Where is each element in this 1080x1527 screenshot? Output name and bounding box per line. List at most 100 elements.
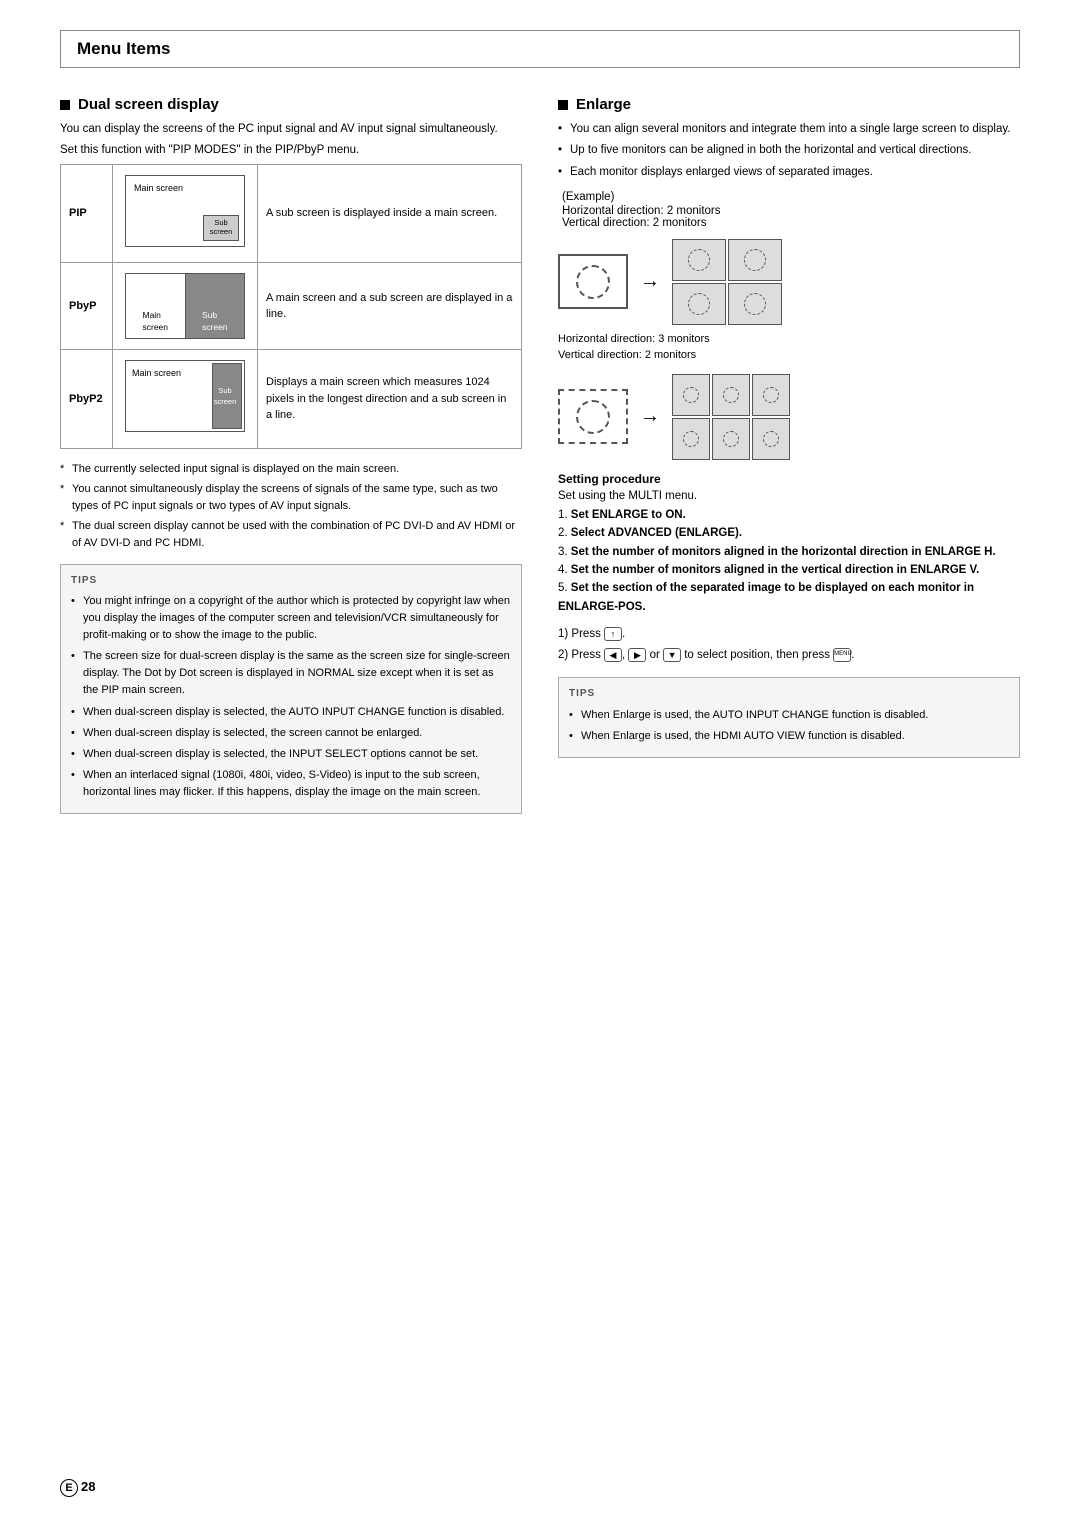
button-icon-menu: MENU — [833, 648, 851, 662]
button-icon-3: ▶ — [628, 648, 646, 662]
step-text: Set the number of monitors aligned in th… — [571, 546, 996, 558]
pip-label: PIP — [61, 164, 113, 263]
pip-desc: A sub screen is displayed inside a main … — [258, 164, 522, 263]
table-row: PbyP2 Main screen Subscreen Displays a m… — [61, 350, 522, 449]
enlarge-tips-box: TIPS When Enlarge is used, the AUTO INPU… — [558, 677, 1020, 758]
step-item: 5. Set the section of the separated imag… — [558, 579, 1020, 616]
circle-dashed-xs — [763, 387, 779, 403]
monitor-cell — [712, 374, 750, 416]
note-item: You cannot simultaneously display the sc… — [60, 481, 522, 515]
pbyp-sub: Subscreen — [186, 274, 245, 338]
monitor-cell — [672, 239, 726, 281]
example-caption1: Horizontal direction: 2 monitors — [562, 205, 1020, 217]
pbyp2-diagram: Main screen Subscreen — [125, 360, 245, 432]
enlarge-bullet: You can align several monitors and integ… — [558, 121, 1020, 138]
page-container: Menu Items Dual screen display You can d… — [0, 0, 1080, 1527]
tips-item: When an interlaced signal (1080i, 480i, … — [71, 767, 511, 801]
pbyp2-sub-box: Subscreen — [212, 363, 242, 429]
pip-sub-box: Subscreen — [203, 215, 239, 241]
monitor-cell — [752, 374, 790, 416]
circle-dashed-xs — [723, 431, 739, 447]
circle-dashed-sm — [688, 249, 710, 271]
enlarge-tips-item: When Enlarge is used, the AUTO INPUT CHA… — [569, 707, 1009, 724]
circle-dashed-xs — [723, 387, 739, 403]
sub-step-2: 2) Press ◀, ▶ or ▼ to select position, t… — [558, 645, 1020, 666]
pip-diagram-cell: Main screen Subscreen — [113, 164, 258, 263]
enlarge-bullets: You can align several monitors and integ… — [558, 121, 1020, 181]
sub-steps: 1) Press ↑. 2) Press ◀, ▶ or ▼ to select… — [558, 624, 1020, 665]
note-item: The currently selected input signal is d… — [60, 461, 522, 478]
enlarge-bullet: Each monitor displays enlarged views of … — [558, 164, 1020, 181]
monitor-single — [558, 254, 628, 309]
dual-screen-tips-box: TIPS You might infringe on a copyright o… — [60, 564, 522, 814]
enlarge-section-square-icon — [558, 100, 568, 110]
step-text: Set the number of monitors aligned in th… — [571, 564, 980, 576]
tips-item: When dual-screen display is selected, th… — [71, 746, 511, 763]
setting-proc-intro: Set using the MULTI menu. — [558, 490, 1020, 502]
left-column: Dual screen display You can display the … — [60, 96, 522, 814]
dual-screen-intro2: Set this function with "PIP MODES" in th… — [60, 142, 522, 159]
tips-item: You might infringe on a copyright of the… — [71, 593, 511, 644]
tips-item: When dual-screen display is selected, th… — [71, 725, 511, 742]
note-item: The dual screen display cannot be used w… — [60, 518, 522, 552]
step-item: 2. Select ADVANCED (ENLARGE). — [558, 524, 1020, 542]
tips-item: When dual-screen display is selected, th… — [71, 704, 511, 721]
button-icon-2: ◀ — [604, 648, 622, 662]
step-text: Set the section of the separated image t… — [558, 582, 974, 612]
enlarge-example: (Example) Horizontal direction: 2 monito… — [562, 191, 1020, 229]
enlarge-tips-list: When Enlarge is used, the AUTO INPUT CHA… — [569, 707, 1009, 745]
setting-steps: 1. Set ENLARGE to ON. 2. Select ADVANCED… — [558, 506, 1020, 616]
monitor-cell — [752, 418, 790, 460]
monitor-grid-2x2 — [672, 239, 782, 325]
step-text: Select ADVANCED (ENLARGE). — [571, 527, 742, 539]
dual-screen-intro1: You can display the screens of the PC in… — [60, 121, 522, 138]
table-row: PbyP Mainscreen Subscreen A main screen … — [61, 263, 522, 350]
enlarge-bullet: Up to five monitors can be aligned in bo… — [558, 142, 1020, 159]
page-number-circle: E — [60, 1479, 78, 1497]
monitor-caption2: Horizontal direction: 3 monitorsVertical… — [558, 331, 1020, 364]
dual-screen-section-title: Dual screen display — [60, 96, 522, 113]
example-label: (Example) — [562, 191, 1020, 203]
enlarge-tips-item: When Enlarge is used, the HDMI AUTO VIEW… — [569, 728, 1009, 745]
circle-dashed-xs — [683, 387, 699, 403]
step-item: 3. Set the number of monitors aligned in… — [558, 543, 1020, 561]
table-row: PIP Main screen Subscreen A sub screen i… — [61, 164, 522, 263]
step-item: 4. Set the number of monitors aligned in… — [558, 561, 1020, 579]
sub-step-1: 1) Press ↑. — [558, 624, 1020, 645]
pbyp2-label: PbyP2 — [61, 350, 113, 449]
monitor-cell — [672, 374, 710, 416]
pbyp-main: Mainscreen — [126, 274, 186, 338]
circle-dashed2 — [576, 400, 610, 434]
monitor-single-dashed — [558, 389, 628, 444]
circle-dashed-sm — [688, 293, 710, 315]
monitor-cell — [672, 283, 726, 325]
monitor-grid-3x2 — [672, 374, 790, 460]
circle-dashed-sm — [744, 249, 766, 271]
step-text: Set ENLARGE to ON. — [571, 509, 686, 521]
monitor-cell — [728, 239, 782, 281]
pip-table: PIP Main screen Subscreen A sub screen i… — [60, 164, 522, 449]
button-icon-4: ▼ — [663, 648, 681, 662]
step-item: 1. Set ENLARGE to ON. — [558, 506, 1020, 524]
pip-main-label: Main screen — [134, 182, 183, 196]
monitor-cell — [712, 418, 750, 460]
monitor-diagram-row1: → — [558, 239, 1020, 325]
pbyp2-sub-label: Subscreen — [212, 385, 238, 408]
page-number: E28 — [60, 1479, 95, 1497]
page-header: Menu Items — [60, 30, 1020, 68]
tips-list: You might infringe on a copyright of the… — [71, 593, 511, 801]
enlarge-tips-label: TIPS — [569, 686, 1009, 702]
enlarge-section-title: Enlarge — [558, 96, 1020, 113]
circle-dashed — [576, 265, 610, 299]
pbyp2-desc: Displays a main screen which measures 10… — [258, 350, 522, 449]
tips-item: The screen size for dual-screen display … — [71, 648, 511, 699]
pip-diagram: Main screen Subscreen — [125, 175, 245, 247]
pbyp-diagram: Mainscreen Subscreen — [125, 273, 245, 339]
arrow-icon2: → — [640, 405, 660, 428]
monitor-cell — [672, 418, 710, 460]
right-column: Enlarge You can align several monitors a… — [558, 96, 1020, 814]
circle-dashed-xs — [683, 431, 699, 447]
monitor-diagram-row2: → — [558, 374, 1020, 460]
tips-label: TIPS — [71, 573, 511, 589]
pbyp-label: PbyP — [61, 263, 113, 350]
